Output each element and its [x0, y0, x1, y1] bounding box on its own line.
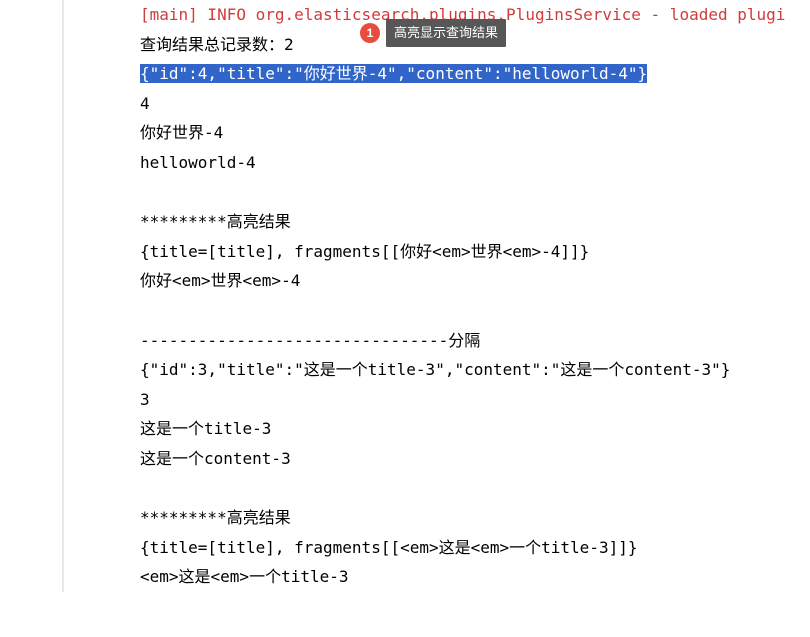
output-line: <em>这是<em>一个title-3 [140, 562, 810, 592]
output-line: 这是一个content-3 [140, 444, 810, 474]
output-line: 你好世界-4 [140, 118, 810, 148]
output-line: 4 [140, 89, 810, 119]
output-line: *********高亮结果 [140, 503, 810, 533]
output-line: 3 [140, 385, 810, 415]
output-line: {"id":3,"title":"这是一个title-3","content":… [140, 355, 810, 385]
blank-line [140, 178, 810, 208]
output-line: 这是一个title-3 [140, 414, 810, 444]
output-line: --------------------------------分隔 [140, 326, 810, 356]
output-line: 你好<em>世界<em>-4 [140, 266, 810, 296]
console-output-container: 1 高亮显示查询结果 [main] INFO org.elasticsearch… [62, 0, 810, 592]
highlighted-selection-line[interactable]: {"id":4,"title":"你好世界-4","content":"hell… [140, 59, 810, 89]
blank-line [140, 296, 810, 326]
annotation-label: 高亮显示查询结果 [386, 19, 506, 47]
annotation-callout: 1 高亮显示查询结果 [360, 19, 506, 47]
output-line: *********高亮结果 [140, 207, 810, 237]
output-line: {title=[title], fragments[[你好<em>世界<em>-… [140, 237, 810, 267]
selected-text: {"id":4,"title":"你好世界-4","content":"hell… [140, 64, 647, 83]
output-line: helloworld-4 [140, 148, 810, 178]
blank-line [140, 474, 810, 504]
output-line: {title=[title], fragments[[<em>这是<em>一个t… [140, 533, 810, 563]
annotation-number-badge: 1 [360, 23, 380, 43]
